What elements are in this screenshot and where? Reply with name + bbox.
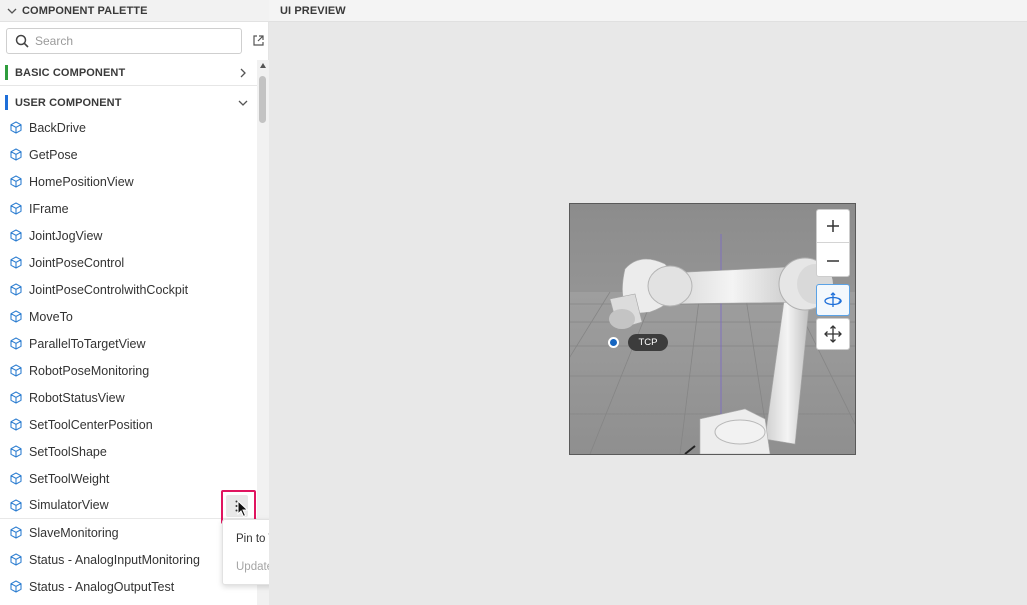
zoom-out-button[interactable] — [817, 244, 849, 277]
cube-icon — [10, 499, 22, 512]
component-list: BASIC COMPONENT USER COMPONENT BackDrive… — [0, 60, 257, 605]
user-component-items: BackDrive GetPose HomePositionView IFram… — [0, 114, 257, 600]
list-item-label: RobotStatusView — [29, 390, 125, 405]
search-icon — [15, 34, 29, 48]
list-item-label: MoveTo — [29, 309, 73, 324]
section-user-component[interactable]: USER COMPONENT — [0, 90, 257, 116]
list-item-label: SetToolWeight — [29, 471, 110, 486]
chevron-down-icon[interactable] — [7, 6, 17, 16]
list-item-label: Status - AnalogInputMonitoring — [29, 552, 200, 567]
robot-scene[interactable] — [570, 204, 855, 454]
simulator-view[interactable]: TCP — [569, 203, 856, 455]
menu-item-update[interactable]: Update — [236, 561, 273, 573]
list-item[interactable]: SetToolShape — [0, 438, 257, 465]
search-input[interactable] — [35, 34, 235, 48]
list-item-label: GetPose — [29, 147, 78, 162]
move-arrows-icon — [824, 325, 842, 343]
list-item[interactable]: GetPose — [0, 141, 257, 168]
rotate-3d-icon — [824, 292, 843, 307]
cube-icon — [10, 472, 22, 485]
list-item[interactable]: RobotStatusView — [0, 384, 257, 411]
list-item-label: RobotPoseMonitoring — [29, 363, 150, 378]
list-item-label: IFrame — [29, 201, 69, 216]
component-palette-panel: COMPONENT PALETTE BASIC COMPONENT USER C… — [0, 0, 330, 605]
list-item[interactable]: JointJogView — [0, 222, 257, 249]
chevron-down-icon[interactable] — [237, 97, 249, 109]
cube-icon — [10, 445, 22, 458]
minus-icon — [827, 259, 839, 262]
list-item[interactable]: IFrame — [0, 195, 257, 222]
cube-icon — [10, 553, 22, 566]
zoom-controls — [816, 209, 850, 277]
list-item-label: SlaveMonitoring — [29, 525, 119, 540]
list-item-label: JointJogView — [29, 228, 103, 243]
list-item-label: JointPoseControl — [29, 255, 125, 270]
cube-icon — [10, 148, 22, 161]
list-item[interactable]: ParallelToTargetView — [0, 330, 257, 357]
chevron-right-icon[interactable] — [237, 67, 249, 79]
list-item-label: SetToolShape — [29, 444, 107, 459]
section-user-label: USER COMPONENT — [15, 97, 122, 109]
cube-icon — [10, 121, 22, 134]
scroll-up-arrow-icon[interactable] — [260, 63, 266, 68]
list-item-label: ParallelToTargetView — [29, 336, 146, 351]
list-item-label: JointPoseControlwithCockpit — [29, 282, 189, 297]
pan-view-button[interactable] — [816, 318, 850, 350]
list-item[interactable]: Status - AnalogInputMonitoring — [0, 546, 257, 573]
list-item-label: HomePositionView — [29, 174, 134, 189]
list-item[interactable]: Status - AnalogOutputTest — [0, 573, 257, 600]
list-item-simulatorview[interactable]: SimulatorView — [0, 492, 257, 519]
section-basic-label: BASIC COMPONENT — [15, 66, 126, 79]
palette-title: COMPONENT PALETTE — [22, 4, 148, 17]
list-item[interactable]: JointPoseControl — [0, 249, 257, 276]
list-item-label: SetToolCenterPosition — [29, 417, 153, 432]
cube-icon — [10, 229, 22, 242]
cube-icon — [10, 580, 22, 593]
cube-icon — [10, 391, 22, 404]
list-item[interactable]: SlaveMonitoring — [0, 519, 257, 546]
section-accent-bar — [5, 65, 8, 80]
search-box[interactable] — [6, 28, 242, 54]
cube-icon — [10, 337, 22, 350]
cube-icon — [10, 310, 22, 323]
preview-header: UI PREVIEW — [269, 0, 1027, 22]
list-item[interactable]: RobotPoseMonitoring — [0, 357, 257, 384]
list-item[interactable]: BackDrive — [0, 114, 257, 141]
scroll-thumb[interactable] — [259, 76, 266, 123]
list-item[interactable]: SetToolCenterPosition — [0, 411, 257, 438]
cube-icon — [10, 364, 22, 377]
cube-icon — [10, 283, 22, 296]
list-item-label: BackDrive — [29, 120, 86, 135]
preview-title: UI PREVIEW — [280, 4, 346, 17]
list-item-label: Status - AnalogOutputTest — [29, 579, 175, 594]
tcp-marker[interactable] — [608, 337, 619, 348]
open-external-icon[interactable] — [252, 34, 265, 47]
cube-icon — [10, 202, 22, 215]
list-item[interactable]: JointPoseControlwithCockpit — [0, 276, 257, 303]
cube-icon — [10, 256, 22, 269]
rotate-view-button[interactable] — [816, 284, 850, 316]
list-item[interactable]: SetToolWeight — [0, 465, 257, 492]
list-item[interactable]: MoveTo — [0, 303, 257, 330]
cube-icon — [10, 418, 22, 431]
list-item[interactable]: HomePositionView — [0, 168, 257, 195]
cube-icon — [10, 526, 22, 539]
ui-preview-panel: UI PREVIEW TCP — [269, 0, 1027, 605]
plus-icon — [827, 220, 839, 232]
list-item-label: SimulatorView — [29, 498, 109, 512]
cube-icon — [10, 175, 22, 188]
section-accent-bar — [5, 95, 8, 110]
section-basic-component[interactable]: BASIC COMPONENT — [0, 60, 257, 86]
palette-header[interactable]: COMPONENT PALETTE — [0, 0, 269, 22]
zoom-in-button[interactable] — [817, 210, 849, 243]
mouse-cursor-icon — [237, 500, 249, 518]
tcp-label: TCP — [628, 334, 668, 351]
